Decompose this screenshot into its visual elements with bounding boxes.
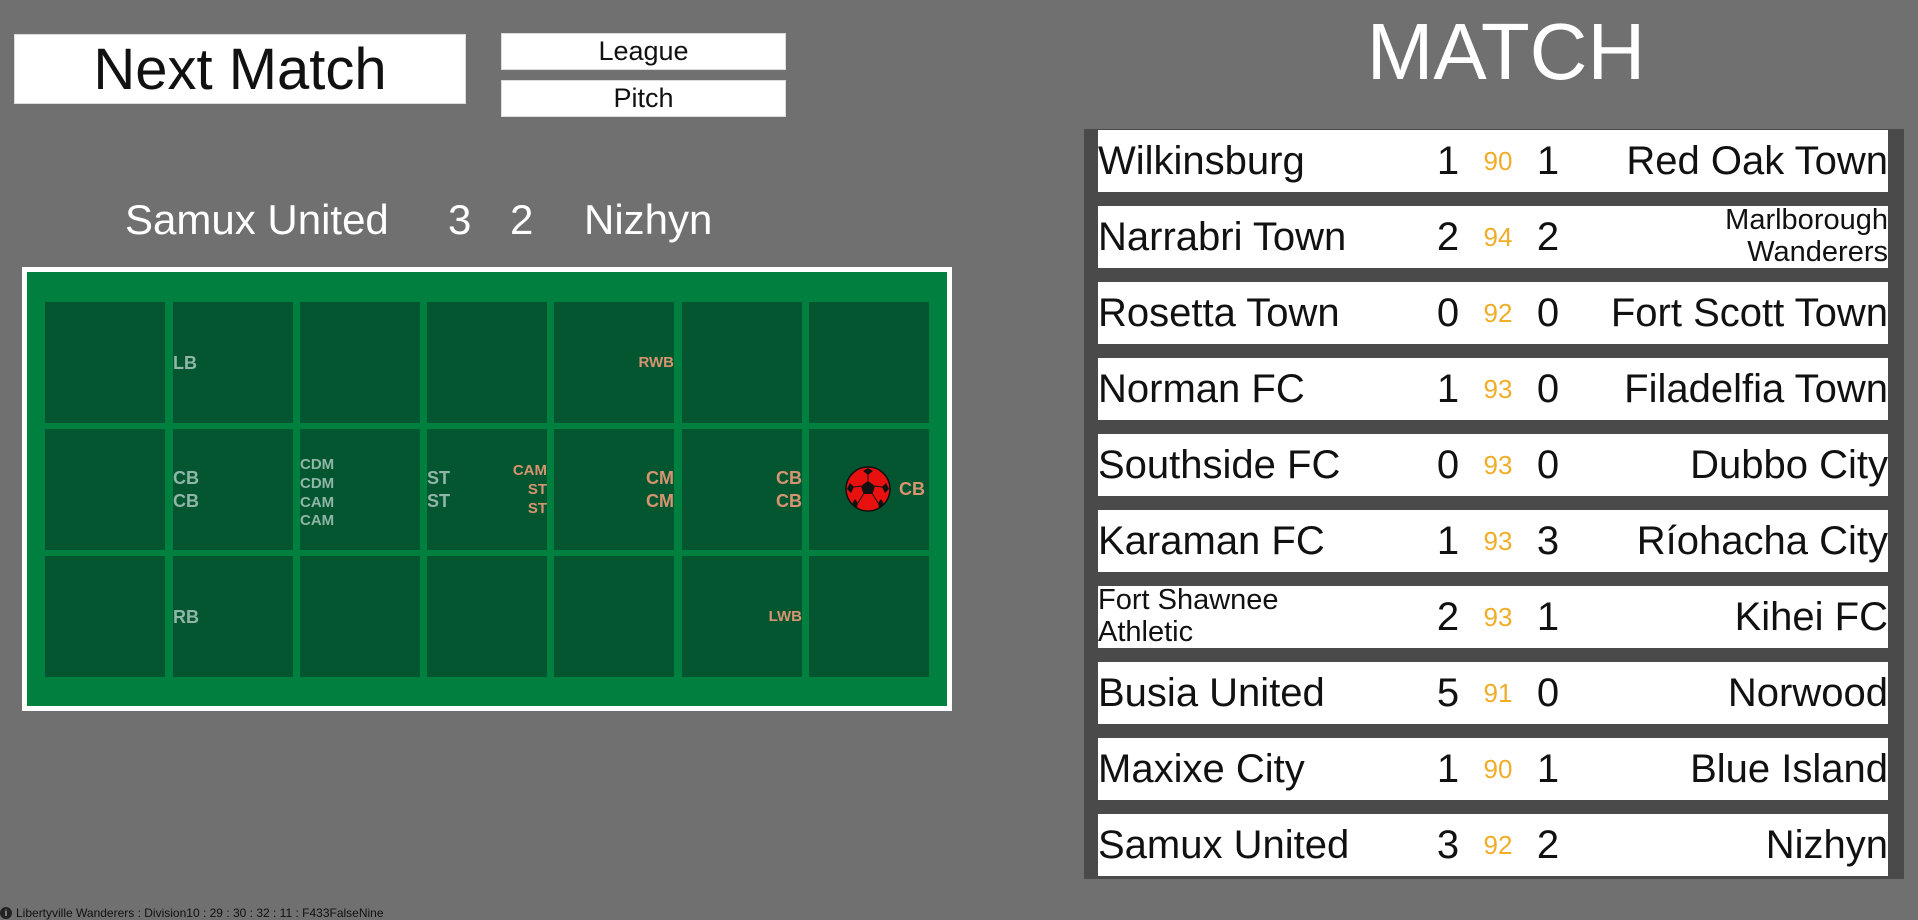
pitch-view: LB CB CB CDM CDM CAM CAM ST ST RB RWB CA… <box>22 267 952 711</box>
pitch-zone <box>809 302 929 423</box>
match-minute: 93 <box>1483 373 1513 404</box>
match-minute: 91 <box>1483 677 1513 708</box>
away-score: 2 <box>1536 214 1560 259</box>
match-minute: 92 <box>1483 297 1513 328</box>
home-team-name: Fort Shawnee Athletic <box>1098 584 1279 648</box>
home-team-name: Samux United <box>1098 823 1350 867</box>
home-score: 1 <box>1436 746 1460 791</box>
home-team-name: Karaman FC <box>1098 519 1325 563</box>
pitch-zone <box>427 302 547 423</box>
home-score: 1 <box>1436 138 1460 183</box>
home-team-name: Southside FC <box>1098 443 1341 487</box>
pitch-zone <box>45 556 165 677</box>
match-minute: 94 <box>1483 221 1513 252</box>
pitch-zone <box>300 556 420 677</box>
pitch-field: LB CB CB CDM CDM CAM CAM ST ST RB RWB CA… <box>27 272 947 706</box>
home-team-name: Rosetta Town <box>1098 291 1340 335</box>
away-team-name: Filadelfia Town <box>1624 367 1888 411</box>
result-row: Maxixe City 1 90 1 Blue Island <box>1098 738 1888 800</box>
current-home-score: 3 <box>448 196 472 243</box>
home-score: 0 <box>1436 442 1460 487</box>
pitch-zone <box>682 302 802 423</box>
home-position-label: RB <box>173 607 199 627</box>
match-minute: 90 <box>1483 145 1513 176</box>
home-position-label: CDM CDM CAM CAM <box>300 456 335 530</box>
pitch-zone <box>45 302 165 423</box>
away-team-name: Marlborough Wanderers <box>1725 204 1888 268</box>
home-team-name: Norman FC <box>1098 367 1305 411</box>
league-button[interactable]: League <box>501 33 786 70</box>
home-team-name: Busia United <box>1098 671 1325 715</box>
pitch-zone <box>554 556 674 677</box>
result-row: Fort Shawnee Athletic 2 93 1 Kihei FC <box>1098 584 1888 648</box>
pitch-zone <box>300 302 420 423</box>
result-row: Wilkinsburg 1 90 1 Red Oak Town <box>1098 130 1888 192</box>
away-team-name: Nizhyn <box>1765 823 1888 867</box>
away-position-label: CB <box>899 479 925 499</box>
match-minute: 90 <box>1483 753 1513 784</box>
results-table: Wilkinsburg 1 90 1 Red Oak Town Narrabri… <box>1084 129 1904 879</box>
result-row: Southside FC 0 93 0 Dubbo City <box>1098 434 1888 496</box>
result-row: Norman FC 1 93 0 Filadelfia Town <box>1098 358 1888 420</box>
soccer-ball-icon <box>845 466 891 512</box>
current-away-score: 2 <box>510 196 534 243</box>
pitch-zone <box>45 429 165 550</box>
away-team-name: Red Oak Town <box>1626 139 1888 183</box>
result-row: Busia United 5 91 0 Norwood <box>1098 662 1888 724</box>
away-position-label: CB CB <box>776 468 802 511</box>
result-row: Samux United 3 92 2 Nizhyn <box>1098 814 1888 876</box>
info-icon: i <box>0 906 12 919</box>
home-score: 5 <box>1436 670 1460 715</box>
away-team-name: Ríohacha City <box>1636 519 1888 563</box>
page-title: MATCH <box>1366 7 1646 96</box>
result-row: Narrabri Town 2 94 2 Marlborough Wandere… <box>1098 204 1888 268</box>
away-position-label: CM CM <box>646 468 674 511</box>
away-position-label: CAM ST ST <box>512 462 547 517</box>
home-team-name: Narrabri Town <box>1098 215 1347 259</box>
match-minute: 93 <box>1483 525 1513 556</box>
next-match-button[interactable]: Next Match <box>14 34 466 104</box>
match-minute: 93 <box>1483 601 1513 632</box>
current-away-team: Nizhyn <box>584 196 713 243</box>
away-team-name: Kihei FC <box>1734 595 1888 639</box>
away-team-name: Fort Scott Town <box>1610 291 1888 335</box>
home-score: 1 <box>1436 518 1460 563</box>
home-score: 3 <box>1436 822 1460 867</box>
pitch-zone <box>427 556 547 677</box>
home-score: 1 <box>1436 366 1460 411</box>
match-minute: 92 <box>1483 829 1513 860</box>
away-team-name: Norwood <box>1727 671 1888 715</box>
away-team-name: Blue Island <box>1690 747 1888 791</box>
home-score: 0 <box>1436 290 1460 335</box>
status-text: Libertyville Wanderers : Division10 : 29… <box>16 905 384 920</box>
pitch-zone <box>809 556 929 677</box>
home-team-name: Wilkinsburg <box>1098 139 1305 183</box>
away-position-label: RWB <box>638 354 674 371</box>
home-score: 2 <box>1436 214 1460 259</box>
result-row: Rosetta Town 0 92 0 Fort Scott Town <box>1098 282 1888 344</box>
home-position-label: ST ST <box>427 468 451 511</box>
pitch-button[interactable]: Pitch <box>501 80 786 117</box>
result-row: Karaman FC 1 93 3 Ríohacha City <box>1098 510 1888 572</box>
away-team-name: Dubbo City <box>1690 443 1888 487</box>
current-home-team: Samux United <box>125 196 389 243</box>
home-position-label: LB <box>173 353 197 373</box>
home-score: 2 <box>1436 594 1460 639</box>
match-minute: 93 <box>1483 449 1513 480</box>
away-position-label: LWB <box>768 608 802 625</box>
status-bar: i Libertyville Wanderers : Division10 : … <box>0 905 384 920</box>
home-team-name: Maxixe City <box>1098 747 1305 791</box>
home-position-label: CB CB <box>173 468 199 511</box>
